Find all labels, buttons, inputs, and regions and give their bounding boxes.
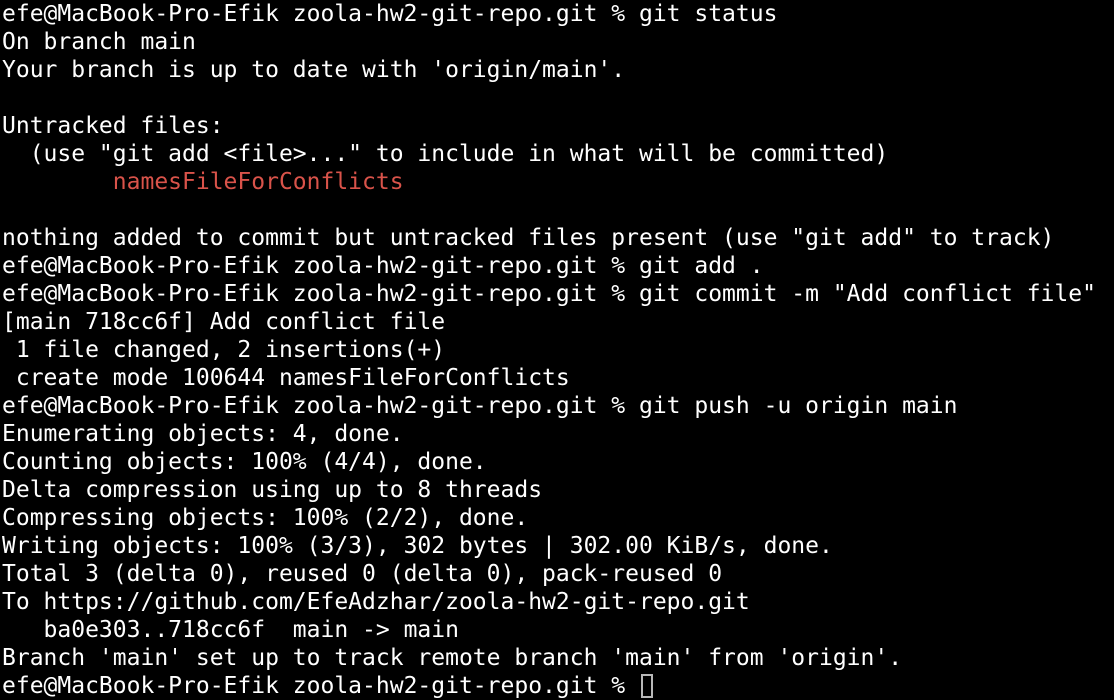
terminal-line: create mode 100644 namesFileForConflicts: [2, 365, 570, 391]
terminal-line: efe@MacBook-Pro-Efik zoola-hw2-git-repo.…: [2, 1, 778, 27]
terminal-line: efe@MacBook-Pro-Efik zoola-hw2-git-repo.…: [2, 281, 1096, 307]
terminal-line: efe@MacBook-Pro-Efik zoola-hw2-git-repo.…: [2, 253, 764, 279]
terminal-line: (use "git add <file>..." to include in w…: [2, 141, 889, 167]
terminal-line: ba0e303..718cc6f main -> main: [2, 617, 459, 643]
terminal-line: [main 718cc6f] Add conflict file: [2, 309, 446, 335]
terminal-line: Delta compression using up to 8 threads: [2, 477, 543, 503]
untracked-file-line: namesFileForConflicts: [2, 169, 404, 195]
prompt-line[interactable]: efe@MacBook-Pro-Efik zoola-hw2-git-repo.…: [0, 672, 1114, 700]
terminal-line: Your branch is up to date with 'origin/m…: [2, 57, 626, 83]
terminal-line: Total 3 (delta 0), reused 0 (delta 0), p…: [2, 561, 723, 587]
terminal-line: 1 file changed, 2 insertions(+): [2, 337, 446, 363]
terminal-line: On branch main: [2, 29, 196, 55]
terminal-line: Untracked files:: [2, 113, 224, 139]
terminal-line: nothing added to commit but untracked fi…: [2, 225, 1055, 251]
terminal-line: Branch 'main' set up to track remote bra…: [2, 645, 903, 671]
text-cursor: [640, 674, 653, 698]
prompt-text: efe@MacBook-Pro-Efik zoola-hw2-git-repo.…: [2, 673, 639, 699]
terminal-line: Compressing objects: 100% (2/2), done.: [2, 505, 529, 531]
terminal-line: Enumerating objects: 4, done.: [2, 421, 404, 447]
terminal-line: To https://github.com/EfeAdzhar/zoola-hw…: [2, 589, 750, 615]
terminal-line: Writing objects: 100% (3/3), 302 bytes |…: [2, 533, 833, 559]
terminal-line: Counting objects: 100% (4/4), done.: [2, 449, 487, 475]
terminal-window[interactable]: efe@MacBook-Pro-Efik zoola-hw2-git-repo.…: [0, 0, 1114, 700]
terminal-line: efe@MacBook-Pro-Efik zoola-hw2-git-repo.…: [2, 393, 958, 419]
